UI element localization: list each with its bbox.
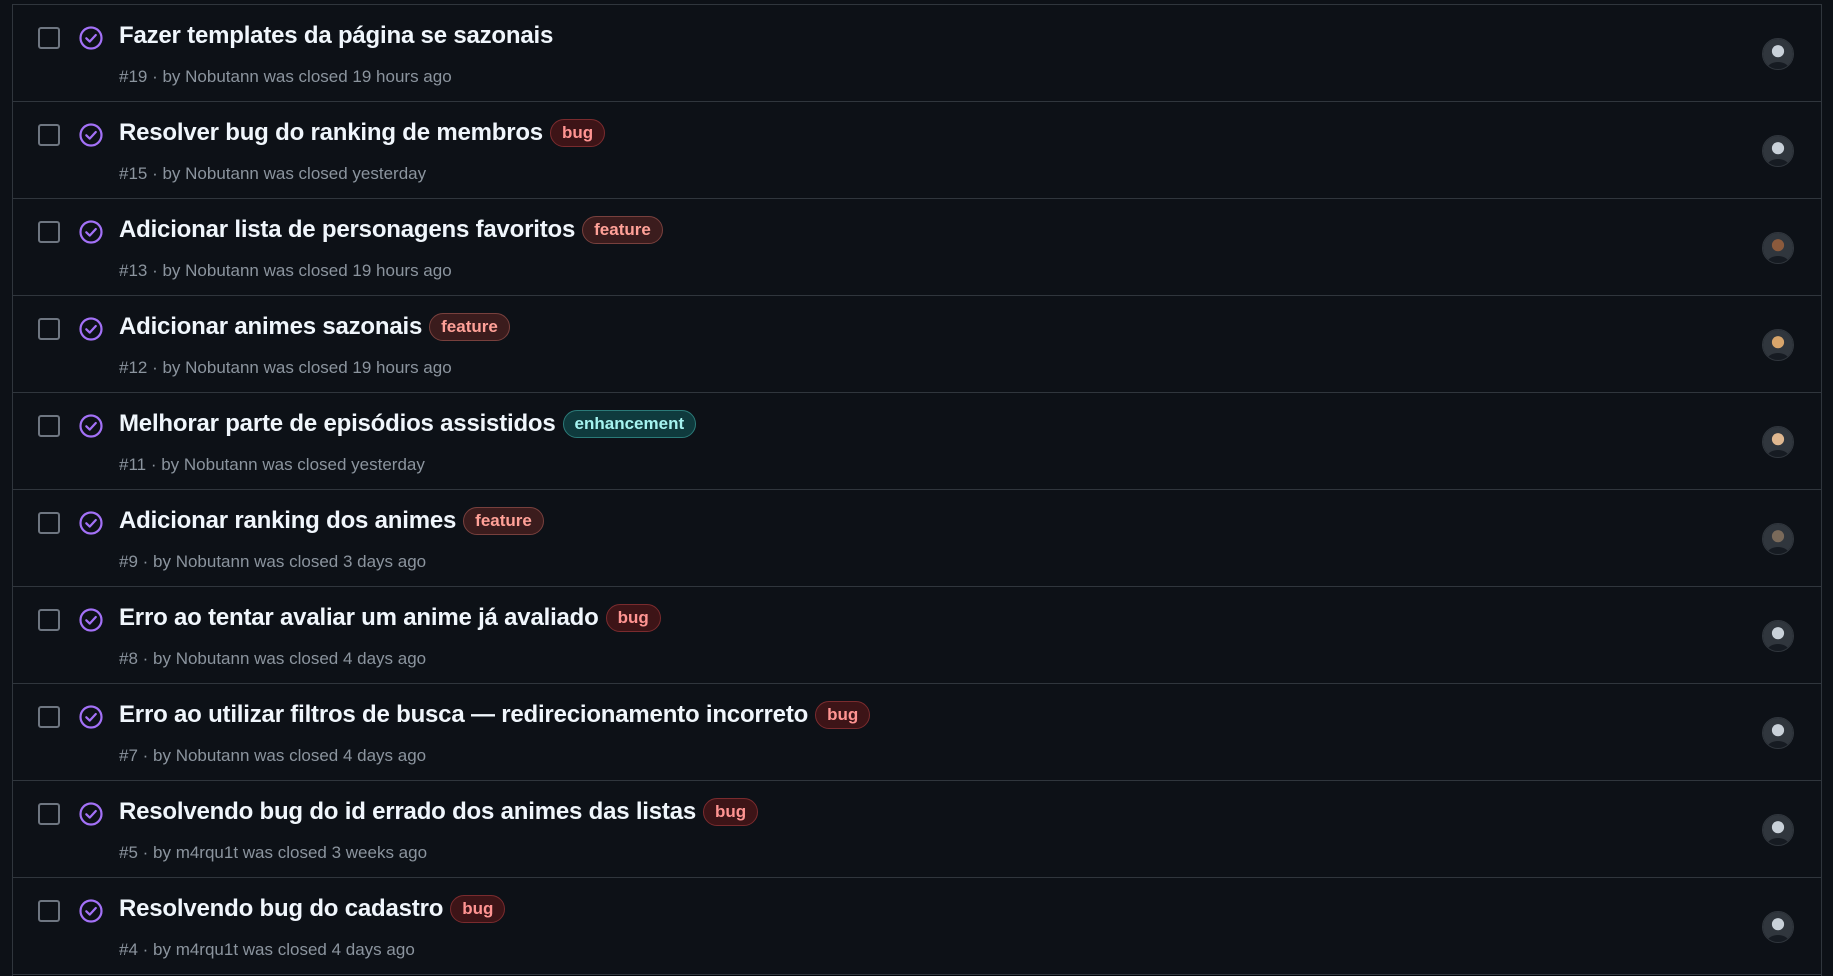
select-checkbox[interactable] bbox=[38, 124, 60, 146]
label-feature[interactable]: feature bbox=[463, 507, 544, 535]
assignee-avatar[interactable] bbox=[1762, 329, 1794, 361]
assignee-avatar[interactable] bbox=[1762, 38, 1794, 70]
issue-title-line: Resolvendo bug do id errado dos animes d… bbox=[119, 798, 759, 826]
issue-meta: #19 · by Nobutann was closed 19 hours ag… bbox=[119, 67, 452, 86]
assignee-avatar[interactable] bbox=[1762, 717, 1794, 749]
assignee-avatar[interactable] bbox=[1762, 814, 1794, 846]
issue-title-link[interactable]: Resolvendo bug do cadastro bbox=[119, 895, 443, 923]
issue-title-line: Erro ao utilizar filtros de busca — redi… bbox=[119, 701, 871, 729]
issue-meta: #9 · by Nobutann was closed 3 days ago bbox=[119, 552, 427, 571]
issue-row-13[interactable]: Adicionar lista de personagens favoritos… bbox=[13, 199, 1821, 296]
issue-title-link[interactable]: Erro ao utilizar filtros de busca — redi… bbox=[119, 701, 808, 729]
issue-title-link[interactable]: Adicionar ranking dos animes bbox=[119, 507, 456, 535]
avatar-image bbox=[1763, 621, 1793, 651]
issue-closed-icon bbox=[79, 414, 103, 438]
issue-closed-icon bbox=[79, 705, 103, 729]
avatar-image bbox=[1763, 815, 1793, 845]
issue-closed-icon bbox=[79, 802, 103, 826]
issue-list: Fazer templates da página se sazonais #1… bbox=[12, 4, 1822, 976]
assignee-avatar[interactable] bbox=[1762, 523, 1794, 555]
avatar-image bbox=[1763, 912, 1793, 942]
avatar-image bbox=[1763, 330, 1793, 360]
issue-row-9[interactable]: Adicionar ranking dos animes feature #9 … bbox=[13, 490, 1821, 587]
issue-title-line: Melhorar parte de episódios assistidos e… bbox=[119, 410, 697, 438]
issue-meta: #11 · by Nobutann was closed yesterday bbox=[119, 455, 425, 474]
label-bug[interactable]: bug bbox=[549, 119, 606, 147]
avatar-image bbox=[1763, 524, 1793, 554]
issue-title-line: Resolver bug do ranking de membros bug bbox=[119, 119, 606, 147]
issue-row-5[interactable]: Resolvendo bug do id errado dos animes d… bbox=[13, 781, 1821, 878]
label-bug[interactable]: bug bbox=[703, 798, 759, 826]
issue-row-19[interactable]: Fazer templates da página se sazonais #1… bbox=[13, 5, 1821, 102]
avatar-image bbox=[1763, 39, 1793, 69]
label-enhancement[interactable]: enhancement bbox=[562, 410, 697, 438]
issue-closed-icon bbox=[79, 608, 103, 632]
select-checkbox[interactable] bbox=[38, 318, 60, 340]
label-bug[interactable]: bug bbox=[815, 701, 871, 729]
issue-closed-icon bbox=[79, 220, 103, 244]
avatar-image bbox=[1763, 136, 1793, 166]
issue-title-link[interactable]: Resolver bug do ranking de membros bbox=[119, 119, 543, 147]
issue-meta: #13 · by Nobutann was closed 19 hours ag… bbox=[119, 261, 452, 280]
select-checkbox[interactable] bbox=[38, 609, 60, 631]
issue-title-link[interactable]: Adicionar lista de personagens favoritos bbox=[119, 216, 575, 244]
issue-meta: #8 · by Nobutann was closed 4 days ago bbox=[119, 649, 427, 668]
select-checkbox[interactable] bbox=[38, 415, 60, 437]
issue-closed-icon bbox=[79, 511, 103, 535]
issue-title-line: Resolvendo bug do cadastro bug bbox=[119, 895, 506, 923]
issue-closed-icon bbox=[79, 123, 103, 147]
avatar-image bbox=[1763, 718, 1793, 748]
select-checkbox[interactable] bbox=[38, 221, 60, 243]
issue-meta: #7 · by Nobutann was closed 4 days ago bbox=[119, 746, 427, 765]
issue-row-4[interactable]: Resolvendo bug do cadastro bug #4 · by m… bbox=[13, 878, 1821, 975]
assignee-avatar[interactable] bbox=[1762, 232, 1794, 264]
issue-meta: #15 · by Nobutann was closed yesterday bbox=[119, 164, 427, 183]
select-checkbox[interactable] bbox=[38, 900, 60, 922]
issue-row-12[interactable]: Adicionar animes sazonais feature #12 · … bbox=[13, 296, 1821, 393]
issue-title-line: Erro ao tentar avaliar um anime já avali… bbox=[119, 604, 661, 632]
select-checkbox[interactable] bbox=[38, 27, 60, 49]
label-feature[interactable]: feature bbox=[429, 313, 510, 341]
avatar-image bbox=[1763, 233, 1793, 263]
issue-closed-icon bbox=[79, 899, 103, 923]
assignee-avatar[interactable] bbox=[1762, 426, 1794, 458]
assignee-avatar[interactable] bbox=[1762, 911, 1794, 943]
issue-row-15[interactable]: Resolver bug do ranking de membros bug #… bbox=[13, 102, 1821, 199]
issue-title-line: Fazer templates da página se sazonais bbox=[119, 22, 553, 50]
select-checkbox[interactable] bbox=[38, 803, 60, 825]
issue-row-11[interactable]: Melhorar parte de episódios assistidos e… bbox=[13, 393, 1821, 490]
issue-meta: #4 · by m4rqu1t was closed 4 days ago bbox=[119, 940, 415, 959]
issue-title-line: Adicionar lista de personagens favoritos… bbox=[119, 216, 663, 244]
issue-meta: #5 · by m4rqu1t was closed 3 weeks ago bbox=[119, 843, 428, 862]
issue-row-8[interactable]: Erro ao tentar avaliar um anime já avali… bbox=[13, 587, 1821, 684]
issue-title-link[interactable]: Melhorar parte de episódios assistidos bbox=[119, 410, 556, 438]
avatar-image bbox=[1763, 427, 1793, 457]
issue-title-link[interactable]: Resolvendo bug do id errado dos animes d… bbox=[119, 798, 696, 826]
issue-closed-icon bbox=[79, 317, 103, 341]
assignee-avatar[interactable] bbox=[1762, 135, 1794, 167]
assignee-avatar[interactable] bbox=[1762, 620, 1794, 652]
issue-meta: #12 · by Nobutann was closed 19 hours ag… bbox=[119, 358, 452, 377]
issue-closed-icon bbox=[79, 26, 103, 50]
label-feature[interactable]: feature bbox=[582, 216, 663, 244]
select-checkbox[interactable] bbox=[38, 512, 60, 534]
issue-title-line: Adicionar ranking dos animes feature bbox=[119, 507, 544, 535]
issue-title-link[interactable]: Erro ao tentar avaliar um anime já avali… bbox=[119, 604, 599, 632]
select-checkbox[interactable] bbox=[38, 706, 60, 728]
issue-title-link[interactable]: Fazer templates da página se sazonais bbox=[119, 22, 553, 50]
label-bug[interactable]: bug bbox=[450, 895, 506, 923]
issue-title-link[interactable]: Adicionar animes sazonais bbox=[119, 313, 422, 341]
issue-title-line: Adicionar animes sazonais feature bbox=[119, 313, 510, 341]
label-bug[interactable]: bug bbox=[605, 604, 661, 632]
issue-row-7[interactable]: Erro ao utilizar filtros de busca — redi… bbox=[13, 684, 1821, 781]
